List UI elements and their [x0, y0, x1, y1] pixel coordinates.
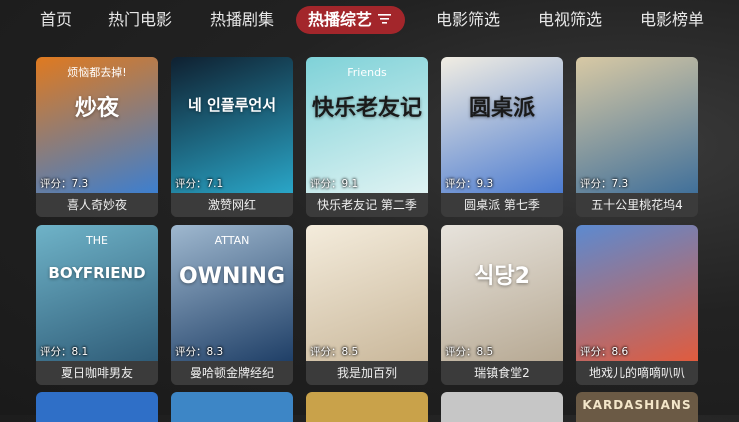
show-title: 五十公里桃花坞4 [576, 193, 698, 217]
poster-title: OWNING [178, 264, 286, 289]
rating-value: 8.5 [476, 346, 494, 358]
show-card[interactable]: THE BOYFRIEND 评分：8.1 夏日咖啡男友 [36, 225, 158, 385]
rating-text: 评分：9.3 [445, 176, 493, 191]
rating-label: 评分： [40, 178, 72, 190]
tab-label: 电影榜单 [640, 10, 705, 29]
show-card-partial[interactable] [306, 392, 428, 422]
rating-value: 8.6 [611, 346, 629, 358]
tab-label: 热门电影 [108, 10, 173, 29]
rating-text: 评分：8.1 [40, 344, 88, 359]
rating-label: 评分： [580, 178, 612, 190]
rating-value: 8.3 [206, 346, 224, 358]
show-card[interactable]: ATTAN OWNING 评分：8.3 曼哈顿金牌经纪 [171, 225, 293, 385]
poster-title: 圆桌派 [468, 96, 535, 121]
show-card-partial[interactable] [36, 392, 158, 422]
rating-text: 评分：7.3 [580, 176, 628, 191]
rating-text: 评分：9.1 [310, 176, 358, 191]
show-card[interactable]: 烦恼都去掉! 炒夜评分：7.3 喜人奇妙夜 [36, 57, 158, 217]
tab-5[interactable]: 电视筛选 [538, 6, 602, 34]
poster-subtitle: THE [86, 234, 108, 247]
rating-text: 评分：7.3 [40, 176, 88, 191]
tab-label: 电影筛选 [436, 10, 501, 29]
poster-image [576, 225, 698, 363]
show-title: 激赞网红 [171, 193, 293, 217]
rating-label: 评分： [175, 178, 207, 190]
tab-label: 首页 [40, 10, 73, 29]
rating-value: 7.3 [611, 178, 629, 190]
rating-label: 评分： [445, 346, 477, 358]
poster-title: 快乐老友记 [312, 96, 423, 121]
rating-text: 评分：8.5 [445, 344, 493, 359]
show-card[interactable]: Friends 快乐老友记评分：9.1 快乐老友记 第二季 [306, 57, 428, 217]
tab-4[interactable]: 电影筛选 [436, 6, 500, 34]
rating-label: 评分： [175, 346, 207, 358]
poster-title: KARDASHIANS [582, 398, 692, 412]
rating-value: 7.3 [71, 178, 89, 190]
rating-value: 8.1 [71, 346, 89, 358]
poster-image [306, 225, 428, 363]
show-card-partial[interactable] [441, 392, 563, 422]
poster-subtitle: Friends [347, 66, 387, 79]
show-title: 瑞镇食堂2 [441, 361, 563, 385]
rating-label: 评分： [310, 346, 342, 358]
poster-image [576, 57, 698, 195]
tab-label: 热播剧集 [210, 10, 275, 29]
show-card-partial[interactable] [171, 392, 293, 422]
show-title: 快乐老友记 第二季 [306, 193, 428, 217]
show-card[interactable]: 네 인플루언서 评分：7.1 激赞网红 [171, 57, 293, 217]
show-title: 曼哈顿金牌经纪 [171, 361, 293, 385]
show-card[interactable]: 评分：8.5 我是加百列 [306, 225, 428, 385]
poster-title: 식당2 [474, 264, 530, 289]
show-card[interactable]: 评分：8.6 地戏儿的嘀嘀叭叭 [576, 225, 698, 385]
rating-value: 7.1 [206, 178, 224, 190]
show-title: 我是加百列 [306, 361, 428, 385]
rating-value: 9.1 [341, 178, 359, 190]
show-card[interactable]: 식당2 评分：8.5 瑞镇食堂2 [441, 225, 563, 385]
rating-text: 评分：8.5 [310, 344, 358, 359]
tab-label: 电视筛选 [538, 10, 603, 29]
tab-1[interactable]: 热门电影 [108, 6, 172, 34]
rating-label: 评分： [445, 178, 477, 190]
show-title: 喜人奇妙夜 [36, 193, 158, 217]
rating-label: 评分： [310, 178, 342, 190]
show-title: 地戏儿的嘀嘀叭叭 [576, 361, 698, 385]
poster-subtitle: ATTAN [214, 234, 250, 247]
poster-subtitle: 烦恼都去掉! [67, 66, 127, 79]
rating-text: 评分：8.3 [175, 344, 223, 359]
tab-6[interactable]: 电影榜单 [640, 6, 704, 34]
poster-title: 炒夜 [74, 96, 119, 121]
rating-label: 评分： [580, 346, 612, 358]
poster-image [171, 57, 293, 195]
tab-2[interactable]: 热播剧集 [210, 6, 274, 34]
rating-label: 评分： [40, 346, 72, 358]
poster-title: 네 인플루언서 [187, 96, 277, 114]
rating-text: 评分：8.6 [580, 344, 628, 359]
show-card[interactable]: 评分：7.3 五十公里桃花坞4 [576, 57, 698, 217]
rating-value: 9.3 [476, 178, 494, 190]
poster-title: BOYFRIEND [48, 264, 146, 282]
show-title: 夏日咖啡男友 [36, 361, 158, 385]
show-card-partial[interactable]: KARDASHIANS [576, 392, 698, 422]
poster-image [441, 57, 563, 195]
rating-value: 8.5 [341, 346, 359, 358]
filter-icon[interactable] [378, 5, 392, 33]
rating-text: 评分：7.1 [175, 176, 223, 191]
top-navigation: 首页 热门电影 热播剧集 热播综艺 电影筛选 电视筛选 电影榜单 [0, 0, 739, 40]
poster-image [441, 225, 563, 363]
show-card[interactable]: 圆桌派评分：9.3 圆桌派 第七季 [441, 57, 563, 217]
show-title: 圆桌派 第七季 [441, 193, 563, 217]
tab-0[interactable]: 首页 [40, 6, 72, 34]
tab-3[interactable]: 热播综艺 [296, 5, 406, 34]
tab-label: 热播综艺 [308, 10, 373, 29]
